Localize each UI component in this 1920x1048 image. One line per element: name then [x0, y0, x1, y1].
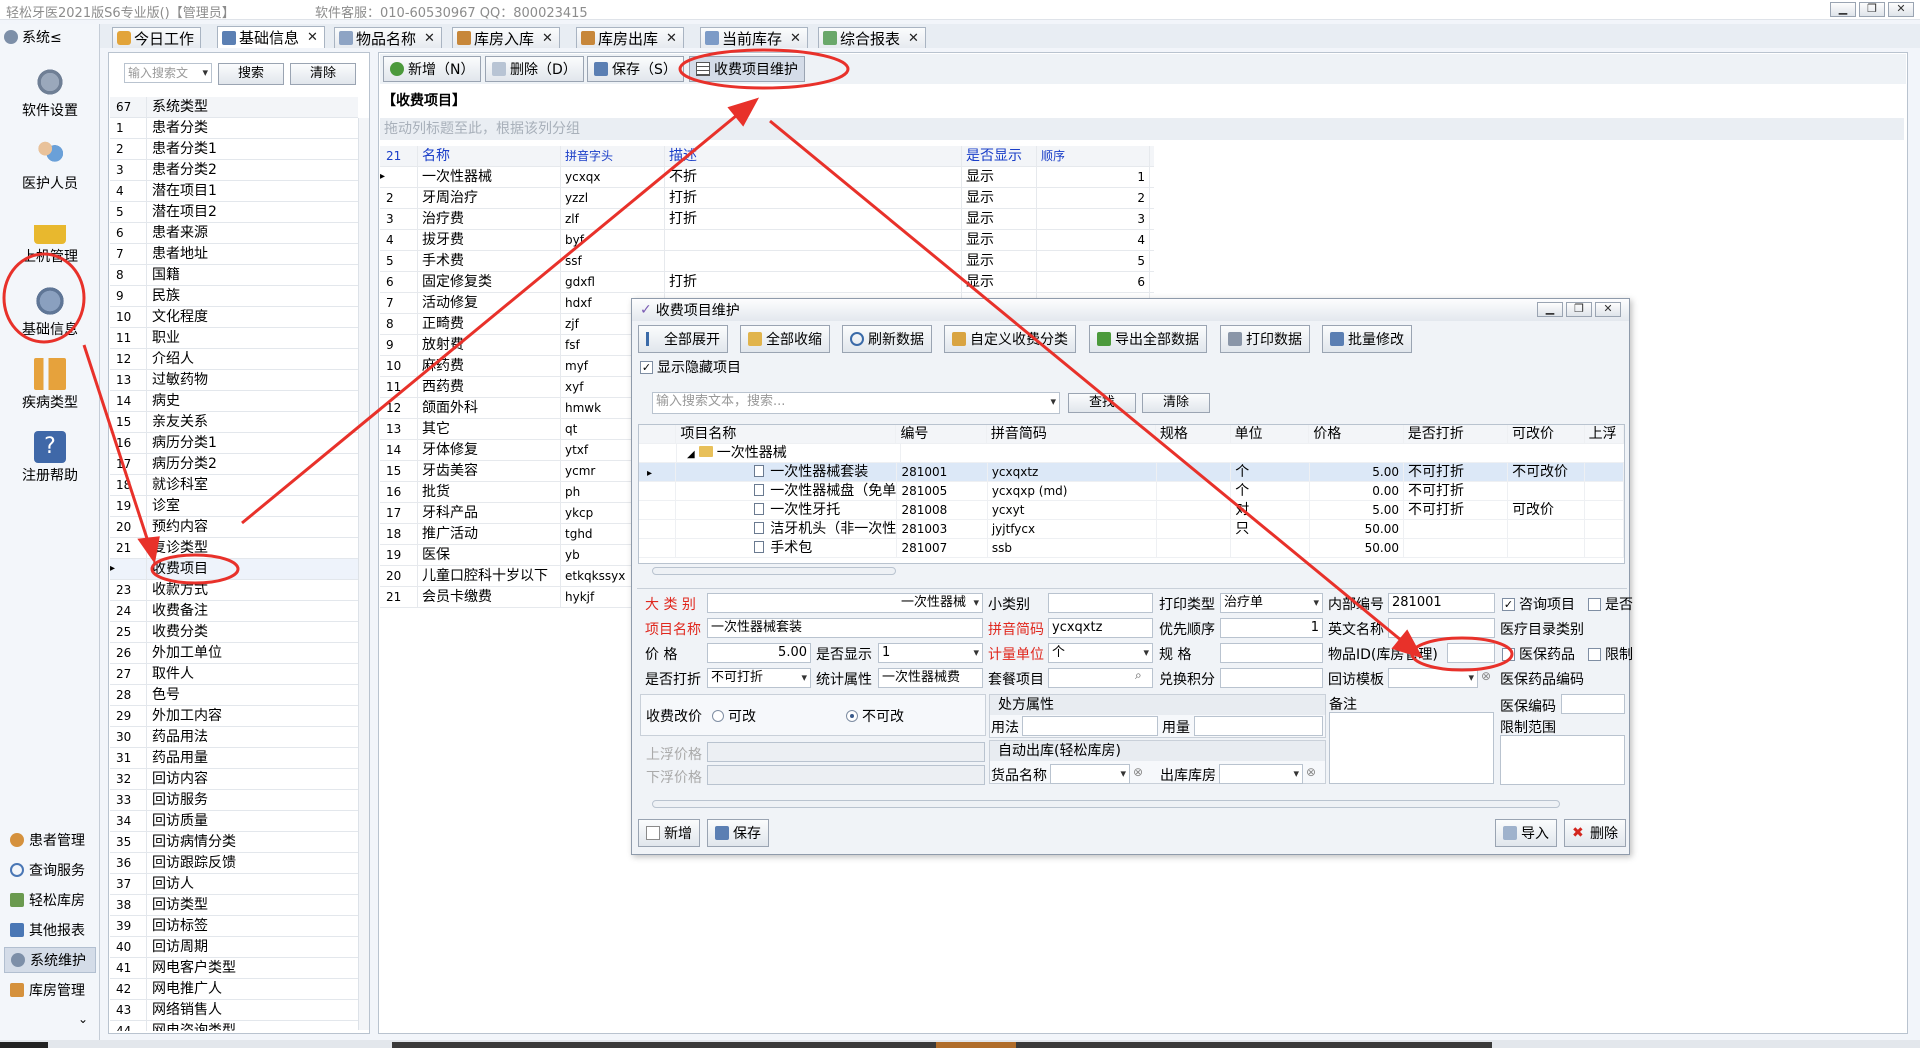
annotation-circle-maintain	[678, 48, 850, 90]
arrowhead	[1391, 629, 1424, 659]
arrow-to-maintain-button	[241, 104, 749, 525]
annotation-circle-goods-id	[1410, 636, 1514, 672]
arrow-to-goods-id	[769, 119, 1414, 652]
annotation-circle-fee-item	[150, 553, 240, 585]
annotation-layer	[2, 48, 1514, 672]
arrow-to-fee-item	[82, 344, 156, 561]
arrowhead	[727, 97, 760, 127]
annotation-circle-basic-info	[2, 252, 86, 344]
arrowhead	[137, 536, 160, 564]
annotation-arrows	[82, 97, 1424, 659]
